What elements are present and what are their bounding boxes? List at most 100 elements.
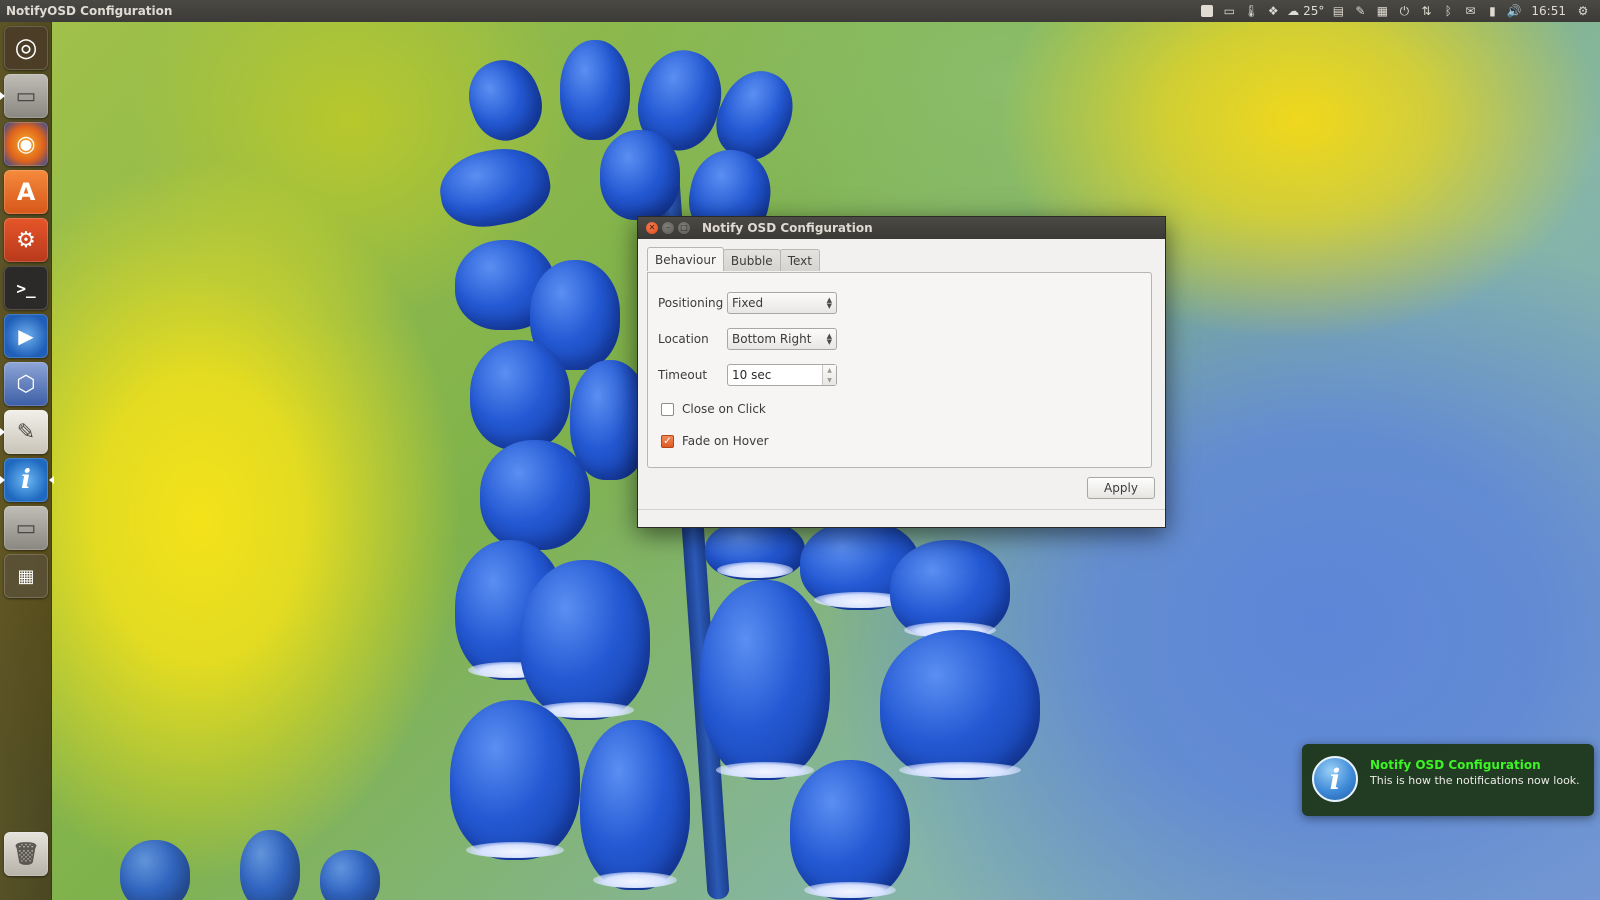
clock[interactable]: 16:51	[1525, 0, 1572, 22]
running-indicator	[0, 428, 5, 436]
keyboard-indicator-icon[interactable]: ▭	[1218, 0, 1240, 22]
dropbox-icon[interactable]: ❖	[1262, 0, 1284, 22]
flower-bell	[705, 520, 805, 580]
select-arrows-icon: ▲ ▼	[826, 296, 832, 310]
tab-text[interactable]: Text	[779, 249, 820, 271]
flower-petal	[434, 141, 556, 234]
notification-title: Notify OSD Configuration	[1370, 758, 1541, 772]
flower-bell	[520, 560, 650, 720]
software-center-button[interactable]: A	[4, 170, 48, 214]
info-icon: i	[1312, 756, 1358, 802]
cube-icon: ⬡	[16, 371, 36, 397]
flower-petal	[240, 830, 300, 900]
close-icon: ✕	[648, 223, 656, 232]
play-icon: ▶	[18, 324, 34, 348]
virtualbox-button[interactable]: ⬡	[4, 362, 48, 406]
timeout-label: Timeout	[658, 368, 708, 382]
close-button[interactable]: ✕	[646, 222, 658, 234]
window-footer	[638, 509, 1165, 527]
flower-petal	[120, 840, 190, 900]
top-panel: NotifyOSD Configuration ▭ 🌡 ❖ ☁ 25° ▤ ✎ …	[0, 0, 1600, 22]
apply-button[interactable]: Apply	[1087, 477, 1155, 499]
bluetooth-icon[interactable]: ᛒ	[1437, 0, 1459, 22]
volume-icon[interactable]: 🔊	[1503, 0, 1525, 22]
window-title: Notify OSD Configuration	[702, 221, 873, 235]
fade-on-hover-checkbox[interactable]: ✓	[661, 434, 674, 448]
workspace-switcher-button[interactable]: ▦	[4, 554, 48, 598]
battery-icon[interactable]: ▮	[1481, 0, 1503, 22]
software-center-icon: A	[16, 178, 36, 206]
fade-on-hover-label: Fade on Hover	[682, 434, 769, 448]
mail-icon[interactable]: ✉	[1459, 0, 1481, 22]
thermometer-icon[interactable]: 🌡	[1240, 0, 1262, 22]
flower-bell	[450, 700, 580, 860]
checkmark-icon: ✓	[663, 435, 672, 447]
notification-body: This is how the notifications now look.	[1370, 774, 1580, 787]
maximize-icon: □	[680, 223, 688, 232]
gear-icon[interactable]: ⚙	[1572, 0, 1594, 22]
checkbox-indicator-icon[interactable]	[1196, 0, 1218, 22]
network-icon[interactable]: ⇅	[1415, 0, 1437, 22]
notification-text: Notify OSD Configuration This is how the…	[1370, 756, 1580, 787]
workspace-icon: ▦	[17, 565, 35, 587]
spin-down-icon[interactable]: ▼	[823, 375, 836, 385]
fade-on-hover-row[interactable]: ✓ Fade on Hover	[661, 432, 769, 450]
flower-petal	[480, 440, 590, 550]
location-label: Location	[658, 332, 709, 346]
location-value: Bottom Right	[732, 332, 812, 346]
running-indicator	[0, 92, 5, 100]
positioning-select[interactable]: Fixed ▲ ▼	[727, 292, 837, 314]
text-editor-button[interactable]: ✎	[0, 410, 48, 454]
notify-osd-config-button[interactable]: i	[0, 458, 54, 502]
flower-bell	[790, 760, 910, 900]
ubuntu-logo-icon: ◎	[14, 33, 38, 63]
timeout-value[interactable]: 10 sec	[728, 365, 822, 385]
timeout-row: Timeout 10 sec ▲ ▼	[658, 364, 837, 386]
focused-indicator	[49, 476, 54, 484]
select-arrows-icon: ▲ ▼	[826, 332, 832, 346]
weather-icon[interactable]: ☁ 25°	[1284, 0, 1327, 22]
info-icon: i	[21, 465, 31, 495]
drawer-icon: ▭	[15, 515, 37, 541]
window-titlebar[interactable]: ✕ – □ Notify OSD Configuration	[638, 217, 1165, 239]
files-indicator-icon[interactable]: ▤	[1327, 0, 1349, 22]
minimize-button[interactable]: –	[662, 222, 674, 234]
spin-up-icon[interactable]: ▲	[823, 365, 836, 375]
trash-button[interactable]: 🗑	[4, 832, 48, 876]
terminal-button[interactable]: >_	[4, 266, 48, 310]
timeout-spinbox[interactable]: 10 sec ▲ ▼	[727, 364, 837, 386]
indicator-area: ▭ 🌡 ❖ ☁ 25° ▤ ✎ ▦ ⏻ ⇅ ᛒ ✉ ▮ 🔊 16:51 ⚙	[1196, 0, 1600, 22]
flower-petal	[600, 130, 680, 220]
spin-buttons: ▲ ▼	[822, 365, 836, 385]
close-on-click-label: Close on Click	[682, 402, 766, 416]
weather-temperature: 25°	[1303, 4, 1325, 18]
text-editor-icon: ✎	[16, 419, 36, 445]
maximize-button[interactable]: □	[678, 222, 690, 234]
firefox-icon: ◉	[16, 131, 36, 157]
location-row: Location Bottom Right ▲ ▼	[658, 328, 837, 350]
calendar-icon[interactable]: ▦	[1371, 0, 1393, 22]
terminal-icon: >_	[16, 278, 36, 298]
close-on-click-row[interactable]: Close on Click	[661, 400, 766, 418]
flower-bell	[880, 630, 1040, 780]
media-player-button[interactable]: ▶	[4, 314, 48, 358]
clipboard-icon[interactable]: ✎	[1349, 0, 1371, 22]
flower-bell	[700, 580, 830, 780]
flower-petal	[458, 50, 552, 150]
active-app-title: NotifyOSD Configuration	[6, 4, 173, 18]
file-manager-button[interactable]: ▭	[0, 74, 48, 118]
firefox-button[interactable]: ◉	[4, 122, 48, 166]
notify-osd-config-window: ✕ – □ Notify OSD Configuration Behaviour…	[637, 216, 1166, 528]
flower-petal	[470, 340, 570, 450]
close-on-click-checkbox[interactable]	[661, 402, 674, 416]
power-indicator-icon[interactable]: ⏻	[1393, 0, 1415, 22]
tab-behaviour[interactable]: Behaviour	[647, 247, 724, 271]
launcher: ◎ ▭ ◉ A ⚙ >_ ▶ ⬡ ✎ i ▭ ▦ 🗑	[0, 22, 54, 900]
flower-bell	[580, 720, 690, 890]
location-select[interactable]: Bottom Right ▲ ▼	[727, 328, 837, 350]
dash-home-button[interactable]: ◎	[4, 26, 48, 70]
tab-bubble[interactable]: Bubble	[722, 249, 781, 271]
drawer-icon: ▭	[15, 83, 37, 109]
system-settings-button[interactable]: ⚙	[4, 218, 48, 262]
file-manager-2-button[interactable]: ▭	[4, 506, 48, 550]
